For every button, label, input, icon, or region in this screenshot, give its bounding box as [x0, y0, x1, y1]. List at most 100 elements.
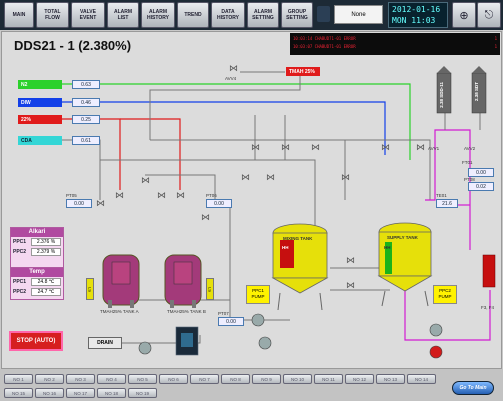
- unit-tab[interactable]: NO 13: [376, 374, 405, 384]
- filter-label: F3, F4: [481, 305, 495, 310]
- valve-icon[interactable]: ⋈: [345, 280, 356, 290]
- valve-icon[interactable]: ⋈: [156, 190, 167, 200]
- temp-ppc2-row: PPC2 24.7 ℃: [11, 287, 63, 297]
- unit-tab[interactable]: NO 15: [4, 388, 33, 398]
- valve-icon[interactable]: ⋈: [415, 142, 426, 152]
- go-to-main-button[interactable]: Go To Main: [452, 381, 494, 395]
- alkari-title: Alkari: [11, 228, 63, 237]
- nav-alarm-history-button[interactable]: ALARM HISTORY: [141, 2, 175, 28]
- ft01-label: FT01: [462, 160, 473, 165]
- unit-tab[interactable]: NO 10: [283, 374, 312, 384]
- tank-b-label: TMAH25% TANK B: [167, 309, 206, 314]
- valve-icon[interactable]: ⋈: [265, 172, 276, 182]
- alarm-row: 10:03:14 CHABUD71-01 ERROR 1: [293, 35, 497, 43]
- temp-ppc2-value: 24.7 ℃: [31, 288, 61, 296]
- stop-auto-button[interactable]: STOP (AUTO): [9, 331, 63, 351]
- nav-alarm-list-button[interactable]: ALARM LIST: [107, 2, 139, 28]
- unit-tab[interactable]: NO 3: [66, 374, 95, 384]
- avv4-label: AVV4: [225, 76, 237, 81]
- temp-ppc1-row: PPC1 24.8 ℃: [11, 277, 63, 287]
- tmah-supply-tag: TMAH 25%: [286, 67, 320, 76]
- drain-button[interactable]: DRAIN: [88, 337, 122, 349]
- valve-icon[interactable]: ⋈: [345, 255, 356, 265]
- unit-tab[interactable]: NO 4: [97, 374, 126, 384]
- valve-icon[interactable]: ⋈: [95, 198, 106, 208]
- mixing-tank-hh: HH: [282, 245, 289, 250]
- unit-tab[interactable]: NO 12: [345, 374, 374, 384]
- unit-tab[interactable]: NO 19: [128, 388, 157, 398]
- temp-ppc1-value: 24.8 ℃: [31, 278, 61, 286]
- alarm-row: 10:03:07 CHABUD71-01 ERROR 1: [293, 43, 497, 51]
- overhead-tank-2-label: 2.38 SDT: [474, 82, 479, 102]
- diw-flow-reading: 0.46: [72, 98, 100, 107]
- alkari-ppc1-row: PPC1 2.376 %: [11, 237, 63, 247]
- nav-alarm-setting-button[interactable]: ALARM SETTING: [247, 2, 279, 28]
- unit-tab[interactable]: NO 16: [35, 388, 64, 398]
- unit-tab[interactable]: NO 11: [314, 374, 343, 384]
- lock-icon[interactable]: [317, 6, 330, 22]
- alkari-ppc2-value: 2.379 %: [31, 248, 61, 256]
- cda-gas-tag: CDA: [18, 136, 62, 145]
- valve-icon[interactable]: ⋈: [114, 190, 125, 200]
- globe-icon[interactable]: ⊕: [452, 2, 476, 28]
- valve-icon[interactable]: ⋈: [140, 175, 151, 185]
- valve-icon[interactable]: ⋈: [310, 142, 321, 152]
- diw-gas-tag: DIW: [18, 98, 62, 107]
- avv2-label: AVV2: [464, 146, 476, 151]
- exit-icon[interactable]: ⎋: [477, 2, 501, 28]
- nav-total-flow-button[interactable]: TOTAL FLOW: [36, 2, 69, 28]
- unit-tab[interactable]: NO 14: [407, 374, 436, 384]
- avv1-label: AVV1: [428, 146, 440, 151]
- alkari-panel: Alkari PPC1 2.376 % PPC2 2.379 %: [10, 227, 64, 268]
- alarm-flag: 1: [494, 44, 497, 49]
- valve-icon[interactable]: ⋈: [240, 172, 251, 182]
- ppc2-pump-label: PPC2 PUMP: [433, 285, 457, 304]
- level-sensor-b: LS: [206, 278, 214, 300]
- unit-tab[interactable]: NO 17: [66, 388, 95, 398]
- unit-tab[interactable]: NO 5: [128, 374, 157, 384]
- alarm-banner[interactable]: 10:03:14 CHABUD71-01 ERROR 1 10:03:07 CHA…: [290, 33, 500, 55]
- nav-main-button[interactable]: MAIN: [4, 2, 34, 28]
- tank-a-label: TMAH25% TANK A: [100, 309, 139, 314]
- valve-icon[interactable]: ⋈: [380, 142, 391, 152]
- page-title: DDS21 - 1 (2.380%): [14, 38, 132, 53]
- avv4-valve-icon[interactable]: ⋈: [228, 63, 239, 73]
- ppc1-pump-label: PPC1 PUMP: [246, 285, 270, 304]
- temp-title: Temp: [11, 268, 63, 277]
- n2-gas-tag: N2: [18, 80, 62, 89]
- unit-tab[interactable]: NO 9: [252, 374, 281, 384]
- nav-data-history-button[interactable]: DATA HISTORY: [211, 2, 245, 28]
- nav-group-setting-button[interactable]: GROUP SETTING: [281, 2, 313, 28]
- valve-icon[interactable]: ⋈: [250, 142, 261, 152]
- pt07-label: PT07: [218, 311, 229, 316]
- valve-icon[interactable]: ⋈: [340, 172, 351, 182]
- unit-tab[interactable]: NO 7: [190, 374, 219, 384]
- valve-icon[interactable]: ⋈: [280, 142, 291, 152]
- alarm-flag: 1: [494, 36, 497, 41]
- clock-time: MON 11:03: [392, 16, 436, 25]
- valve-icon[interactable]: ⋈: [200, 212, 211, 222]
- n2-flow-reading: 0.63: [72, 80, 100, 89]
- tmah-gas-tag: 22%: [18, 115, 62, 124]
- pt07-reading: 0.00: [218, 317, 244, 326]
- tmah-flow-reading: 0.25: [72, 115, 100, 124]
- alkari-ppc1-value: 2.376 %: [31, 238, 61, 246]
- clock-date: 2012-01-16: [392, 5, 441, 14]
- ft01-reading: 0.00: [468, 168, 494, 177]
- clock-display: 2012-01-16 MON 11:03: [388, 2, 448, 28]
- supply-tank-label: SUPPLY TANK: [387, 235, 418, 240]
- nav-trend-button[interactable]: TREND: [177, 2, 209, 28]
- cda-flow-reading: 0.61: [72, 136, 100, 145]
- unit-tab[interactable]: NO 18: [97, 388, 126, 398]
- unit-tab[interactable]: NO 2: [35, 374, 64, 384]
- nav-valve-event-button[interactable]: VALVE EVENT: [71, 2, 105, 28]
- pt06-label: PT06: [206, 193, 217, 198]
- pt06-reading: 0.00: [206, 199, 232, 208]
- pt05-reading: 0.00: [66, 199, 92, 208]
- unit-tab[interactable]: NO 6: [159, 374, 188, 384]
- unit-tab[interactable]: NO 8: [221, 374, 250, 384]
- unit-tab[interactable]: NO 1: [4, 374, 33, 384]
- valve-icon[interactable]: ⋈: [175, 190, 186, 200]
- level-sensor-a: LS: [86, 278, 94, 300]
- user-name-box: None: [334, 5, 383, 24]
